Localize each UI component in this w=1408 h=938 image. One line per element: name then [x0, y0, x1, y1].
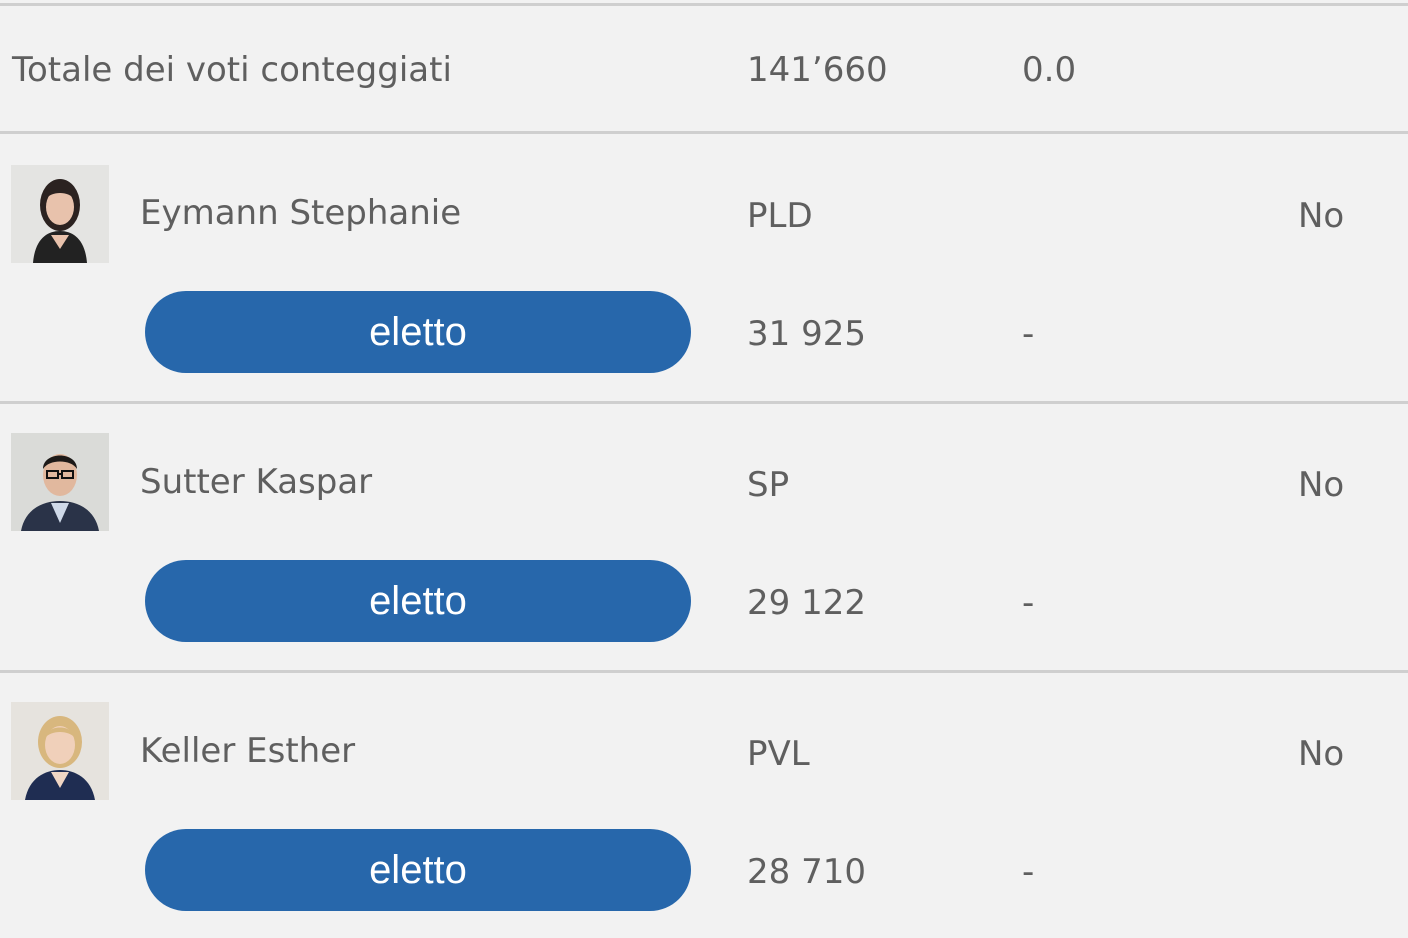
candidate-votes: 28 710	[747, 852, 866, 892]
candidate-diff: -	[1022, 583, 1035, 623]
divider-summary	[0, 131, 1408, 134]
candidate-name: Eymann Stephanie	[140, 193, 462, 233]
elected-badge: eletto	[145, 829, 691, 911]
candidate-flag: No	[1298, 465, 1345, 505]
candidate-flag: No	[1298, 196, 1345, 236]
candidate-votes: 29 122	[747, 583, 866, 623]
elected-badge: eletto	[145, 560, 691, 642]
candidate-party: PVL	[747, 734, 810, 774]
candidate-diff: -	[1022, 314, 1035, 354]
divider-row-2	[0, 670, 1408, 673]
total-votes-label: Totale dei voti conteggiati	[12, 50, 452, 90]
total-votes-percent: 0.0	[1022, 50, 1077, 90]
elected-badge: eletto	[145, 291, 691, 373]
candidate-diff: -	[1022, 852, 1035, 892]
total-votes-value: 141’660	[747, 50, 888, 90]
candidate-party: PLD	[747, 196, 813, 236]
man-portrait-icon	[11, 433, 109, 531]
candidate-votes: 31 925	[747, 314, 866, 354]
woman-portrait-icon	[11, 165, 109, 263]
candidate-flag: No	[1298, 734, 1345, 774]
divider-top	[0, 3, 1408, 6]
woman-portrait-icon	[11, 702, 109, 800]
divider-row-1	[0, 401, 1408, 404]
candidate-name: Sutter Kaspar	[140, 462, 373, 502]
candidate-party: SP	[747, 465, 790, 505]
candidate-name: Keller Esther	[140, 731, 356, 771]
